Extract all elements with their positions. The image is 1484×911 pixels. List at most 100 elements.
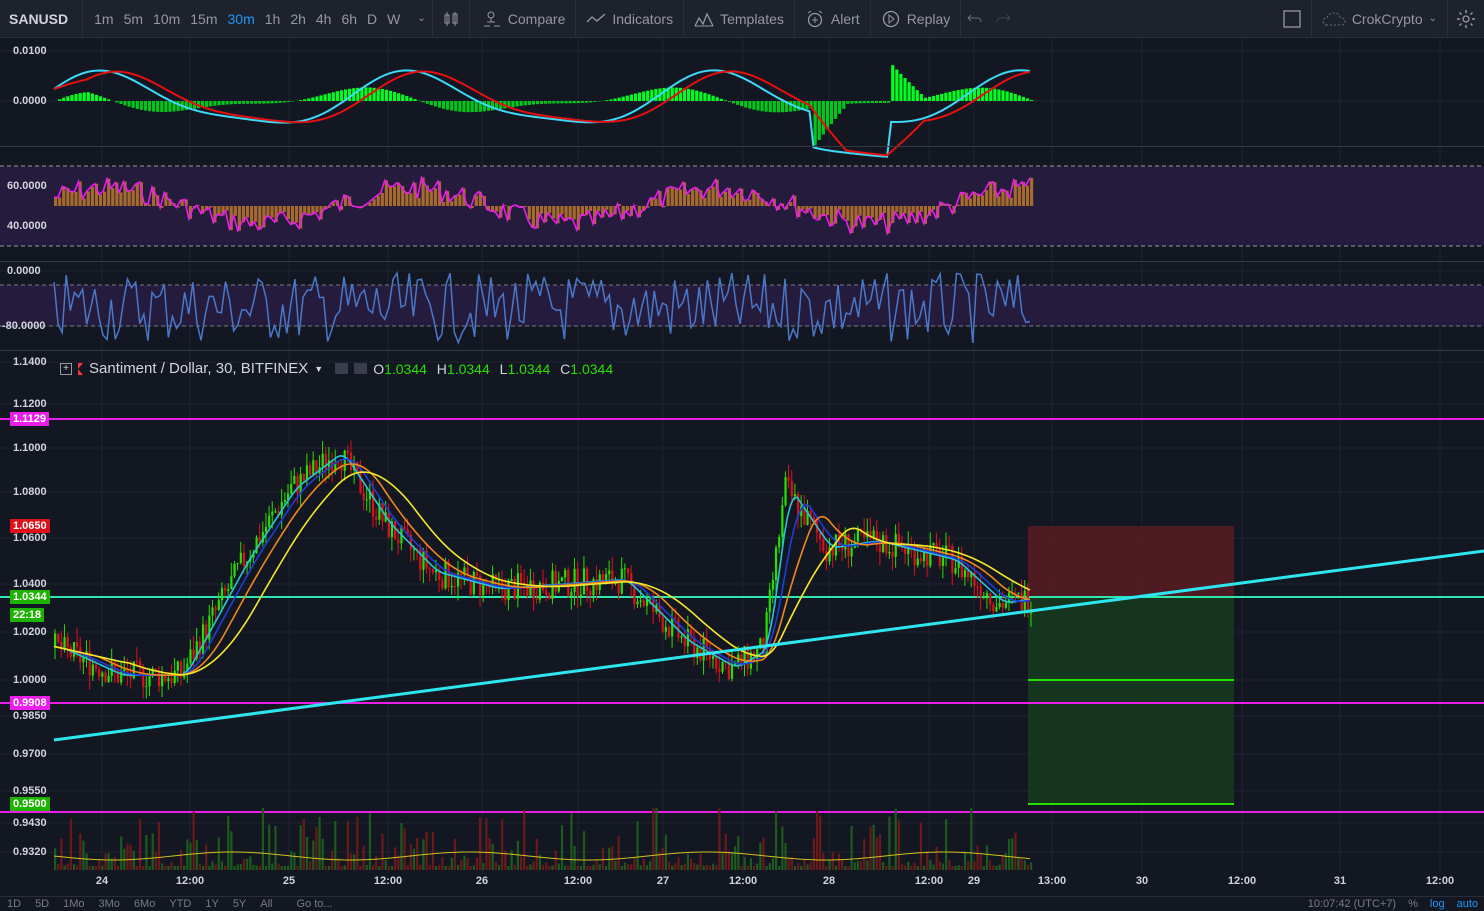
volume-bar <box>630 864 633 870</box>
candle-body <box>850 548 853 557</box>
chart-type-button[interactable] <box>433 0 469 38</box>
macd-histogram-bar <box>927 96 932 101</box>
chart-canvas[interactable] <box>0 38 1484 873</box>
macd-histogram-bar <box>429 101 433 106</box>
macd-histogram-bar <box>850 101 854 104</box>
rsi-histogram-bar <box>303 206 307 214</box>
percent-toggle[interactable]: % <box>1408 898 1418 910</box>
volume-bar <box>390 865 394 870</box>
range-1mo[interactable]: 1Mo <box>56 898 91 910</box>
macd-histogram-bar <box>168 101 172 112</box>
interval-30m[interactable]: 30m <box>223 11 260 27</box>
macd-histogram-bar <box>523 101 527 106</box>
open-label: O <box>373 360 385 377</box>
interval-1h[interactable]: 1h <box>260 11 286 27</box>
range-1y[interactable]: 1Y <box>198 898 225 910</box>
interval-W[interactable]: W <box>382 11 405 27</box>
candle-body <box>856 528 860 542</box>
time-axis-label: 30 <box>1135 875 1149 887</box>
alert-button[interactable]: Alert <box>795 0 870 38</box>
macd-histogram-bar <box>866 101 870 104</box>
macd-histogram-bar <box>838 101 842 114</box>
range-all[interactable]: All <box>253 898 279 910</box>
macd-histogram-bar <box>78 93 82 101</box>
range-1d[interactable]: 1D <box>0 898 28 910</box>
interval-15m[interactable]: 15m <box>185 11 222 27</box>
candle-body <box>778 536 781 548</box>
volume-bar <box>343 865 346 870</box>
chevron-down-icon[interactable]: ⌄ <box>411 13 431 24</box>
interval-4h[interactable]: 4h <box>311 11 337 27</box>
expand-icon[interactable]: + <box>60 362 72 375</box>
interval-2h[interactable]: 2h <box>285 11 311 27</box>
candle-body <box>233 563 236 577</box>
macd-histogram-bar <box>719 98 723 101</box>
compare-icon <box>483 11 500 26</box>
redo-button[interactable] <box>989 0 1017 38</box>
goto-button[interactable]: Go to... <box>290 898 340 910</box>
range-5y[interactable]: 5Y <box>226 898 253 910</box>
macd-histogram-bar <box>678 87 683 101</box>
volume-bar <box>69 818 72 870</box>
candle-body <box>337 463 340 465</box>
interval-10m[interactable]: 10m <box>148 11 185 27</box>
range-ytd[interactable]: YTD <box>162 898 198 910</box>
interval-D[interactable]: D <box>362 11 382 27</box>
range-5d[interactable]: 5D <box>28 898 56 910</box>
eye-icon[interactable] <box>335 363 349 374</box>
interval-6h[interactable]: 6h <box>336 11 362 27</box>
volume-bar <box>545 862 548 870</box>
undo-button[interactable] <box>961 0 989 38</box>
replay-button[interactable]: Replay <box>871 0 961 38</box>
rsi-histogram-bar <box>315 206 319 213</box>
macd-histogram-bar <box>862 101 866 104</box>
chart-area[interactable]: 0.0100 0.0000 60.0000 40.0000 0.0000 -80… <box>0 38 1484 873</box>
volume-bar <box>400 822 403 870</box>
account-button[interactable]: CrokCrypto ⌄ <box>1312 0 1447 38</box>
pane-separator[interactable] <box>0 261 1484 262</box>
macd-histogram-bar <box>633 93 638 101</box>
interval-1m[interactable]: 1m <box>89 11 118 27</box>
rsi-histogram-bar <box>458 194 462 206</box>
macd-histogram-bar <box>221 101 225 105</box>
indicators-button[interactable]: Indicators <box>576 0 683 38</box>
volume-bar <box>258 865 261 870</box>
volume-bar <box>800 865 803 870</box>
macd-histogram-bar <box>895 69 899 101</box>
volume-bar <box>554 850 557 870</box>
templates-button[interactable]: Templates <box>684 0 794 38</box>
volume-bar <box>224 865 227 870</box>
pane-separator[interactable] <box>0 146 1484 147</box>
range-3mo[interactable]: 3Mo <box>92 898 127 910</box>
series-title[interactable]: Santiment / Dollar, 30, BITFINEX <box>89 360 308 377</box>
interval-5m[interactable]: 5m <box>119 11 148 27</box>
pane-separator[interactable] <box>0 350 1484 351</box>
chevron-down-icon[interactable]: ▼ <box>314 364 323 374</box>
flag-icon[interactable] <box>78 362 83 375</box>
macd-histogram-bar <box>899 73 903 101</box>
price-axis-label: 1.0000 <box>13 674 47 686</box>
auto-toggle[interactable]: auto <box>1457 898 1478 910</box>
candle-body <box>431 568 435 573</box>
log-toggle[interactable]: log <box>1430 898 1445 910</box>
compare-button[interactable]: Compare <box>470 0 576 38</box>
resistance-price-badge: 1.1129 <box>10 412 50 426</box>
time-axis-label: 12:00 <box>373 875 403 887</box>
volume-bar <box>683 863 686 870</box>
fullscreen-button[interactable] <box>1273 0 1311 38</box>
rsi-histogram-bar <box>711 186 715 206</box>
macd-histogram-bar <box>331 92 335 101</box>
volume-bar <box>897 819 900 870</box>
volume-bar <box>589 866 592 870</box>
volume-bar <box>636 821 639 870</box>
volume-bar <box>331 850 334 870</box>
settings-small-icon[interactable] <box>354 363 368 374</box>
volume-bar <box>416 837 419 870</box>
settings-button[interactable] <box>1448 0 1484 38</box>
rsi-histogram-bar <box>1030 177 1034 206</box>
rsi-histogram-bar <box>450 201 454 206</box>
symbol-search[interactable]: SANUSD <box>0 11 82 27</box>
time-axis-label: 12:00 <box>728 875 758 887</box>
macd-histogram-bar <box>250 101 254 104</box>
range-6mo[interactable]: 6Mo <box>127 898 162 910</box>
